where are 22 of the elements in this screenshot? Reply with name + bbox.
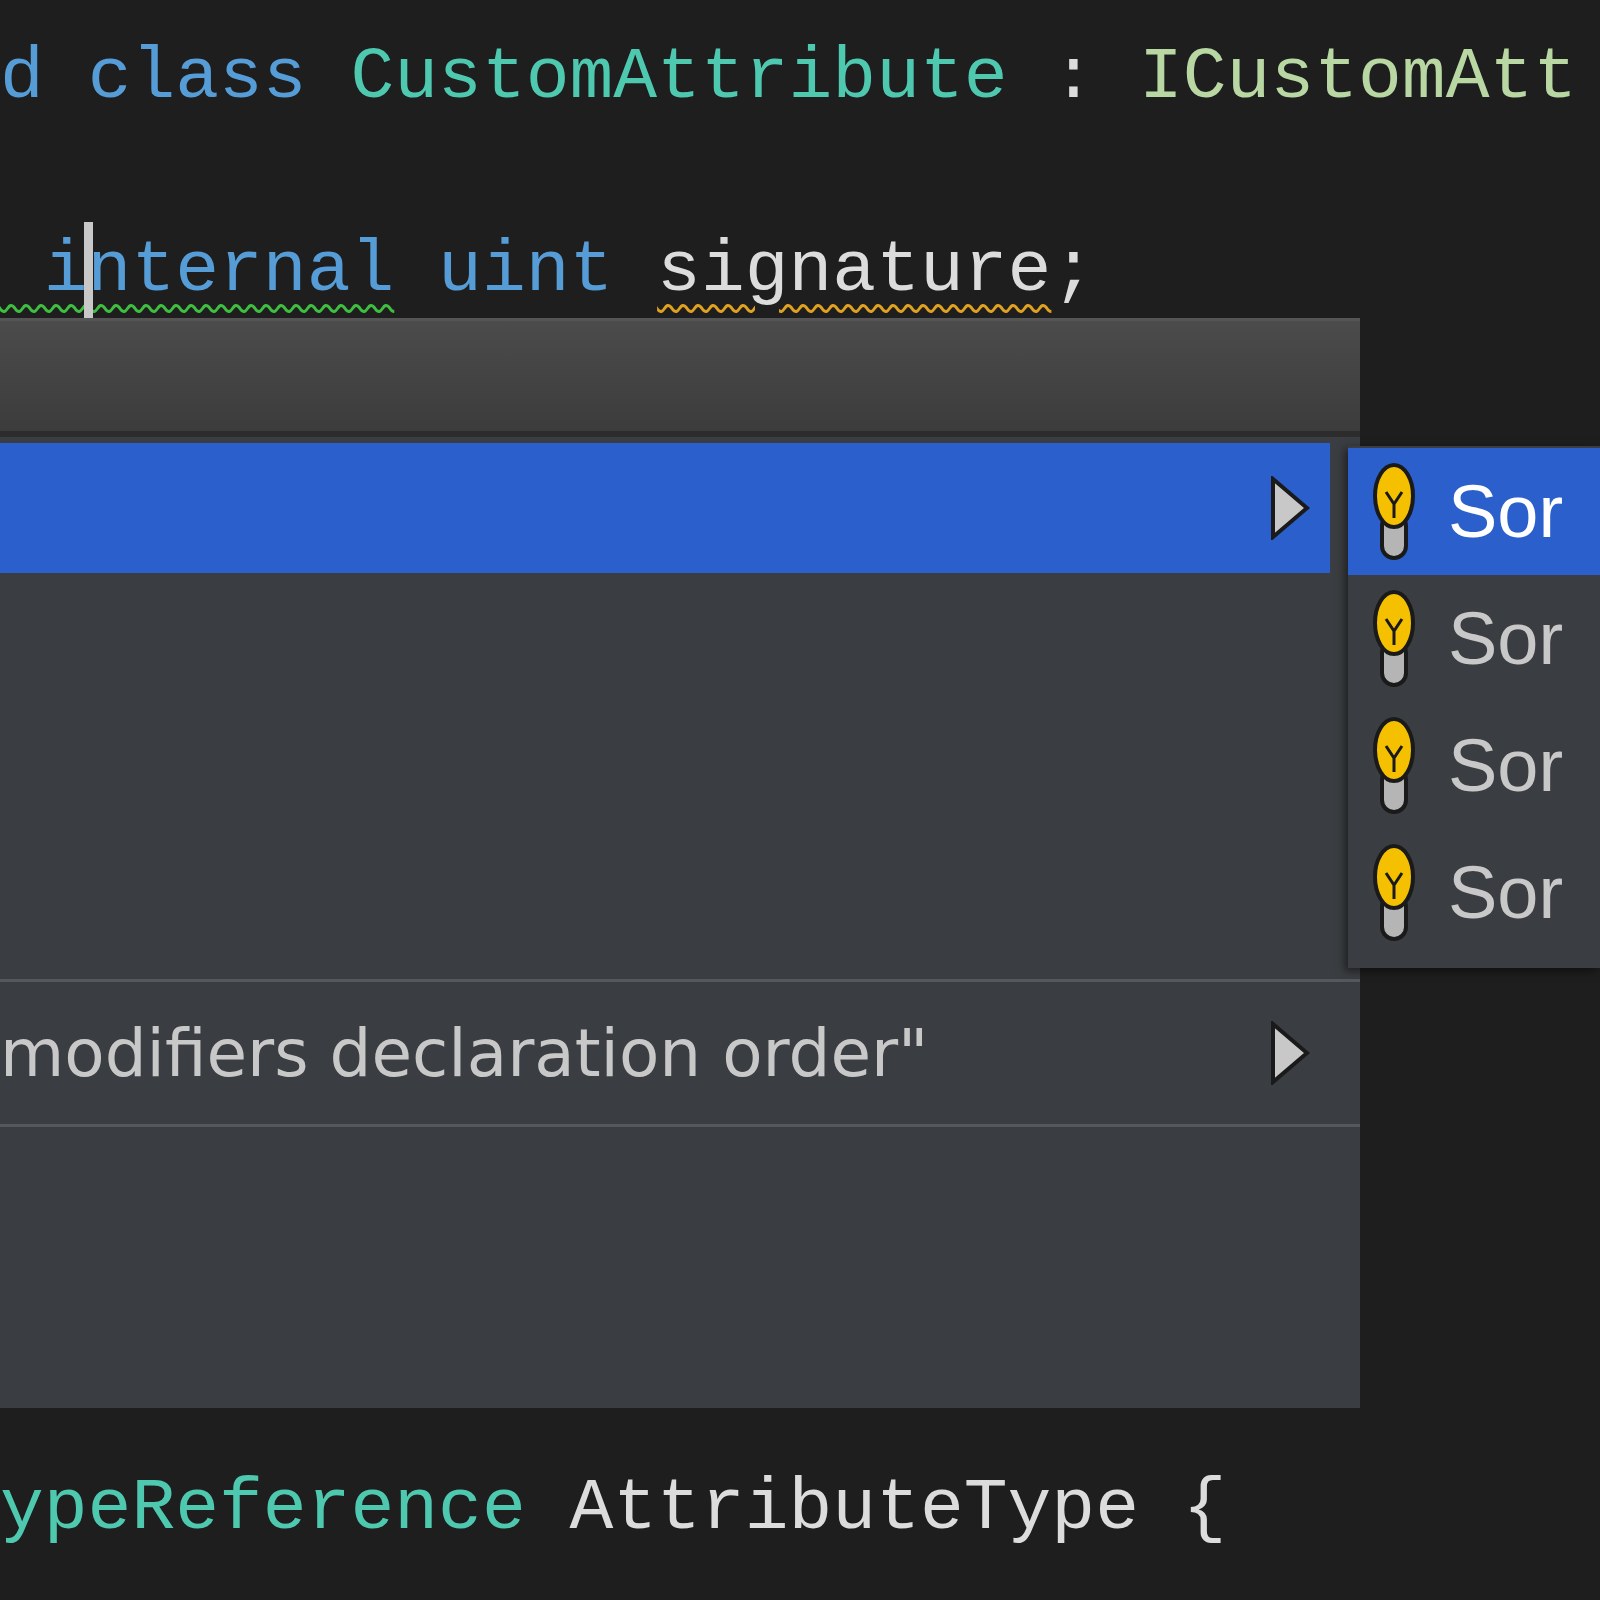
lightbulb-icon xyxy=(1372,461,1416,562)
code-token: AttributeType { xyxy=(568,1465,1227,1552)
code-token: ICustomAtt xyxy=(1139,34,1578,121)
submenu-item[interactable]: Sor xyxy=(1348,575,1600,702)
menu-item[interactable] xyxy=(0,443,1330,573)
code-token: ypeReference xyxy=(0,1465,526,1552)
code-token: uint xyxy=(437,227,615,314)
code-token: signature xyxy=(657,227,1052,314)
code-token: : xyxy=(1050,34,1097,121)
code-token: ; xyxy=(1051,227,1096,314)
submenu-item[interactable]: Sor xyxy=(1348,448,1600,575)
submenu-arrow-icon xyxy=(1270,476,1310,540)
lightbulb-icon xyxy=(1372,715,1416,816)
code-token: class xyxy=(87,34,308,121)
lightbulb-icon xyxy=(1372,588,1416,689)
code-token: d xyxy=(0,34,45,121)
code-token: CustomAttribute xyxy=(350,34,1008,121)
submenu-arrow-icon xyxy=(1270,1021,1310,1085)
menu-item[interactable]: modifiers declaration order" xyxy=(0,986,1360,1120)
submenu-item[interactable]: Sor xyxy=(1348,702,1600,829)
submenu-item[interactable]: Sor xyxy=(1348,829,1600,956)
lightbulb-icon xyxy=(1372,842,1416,943)
